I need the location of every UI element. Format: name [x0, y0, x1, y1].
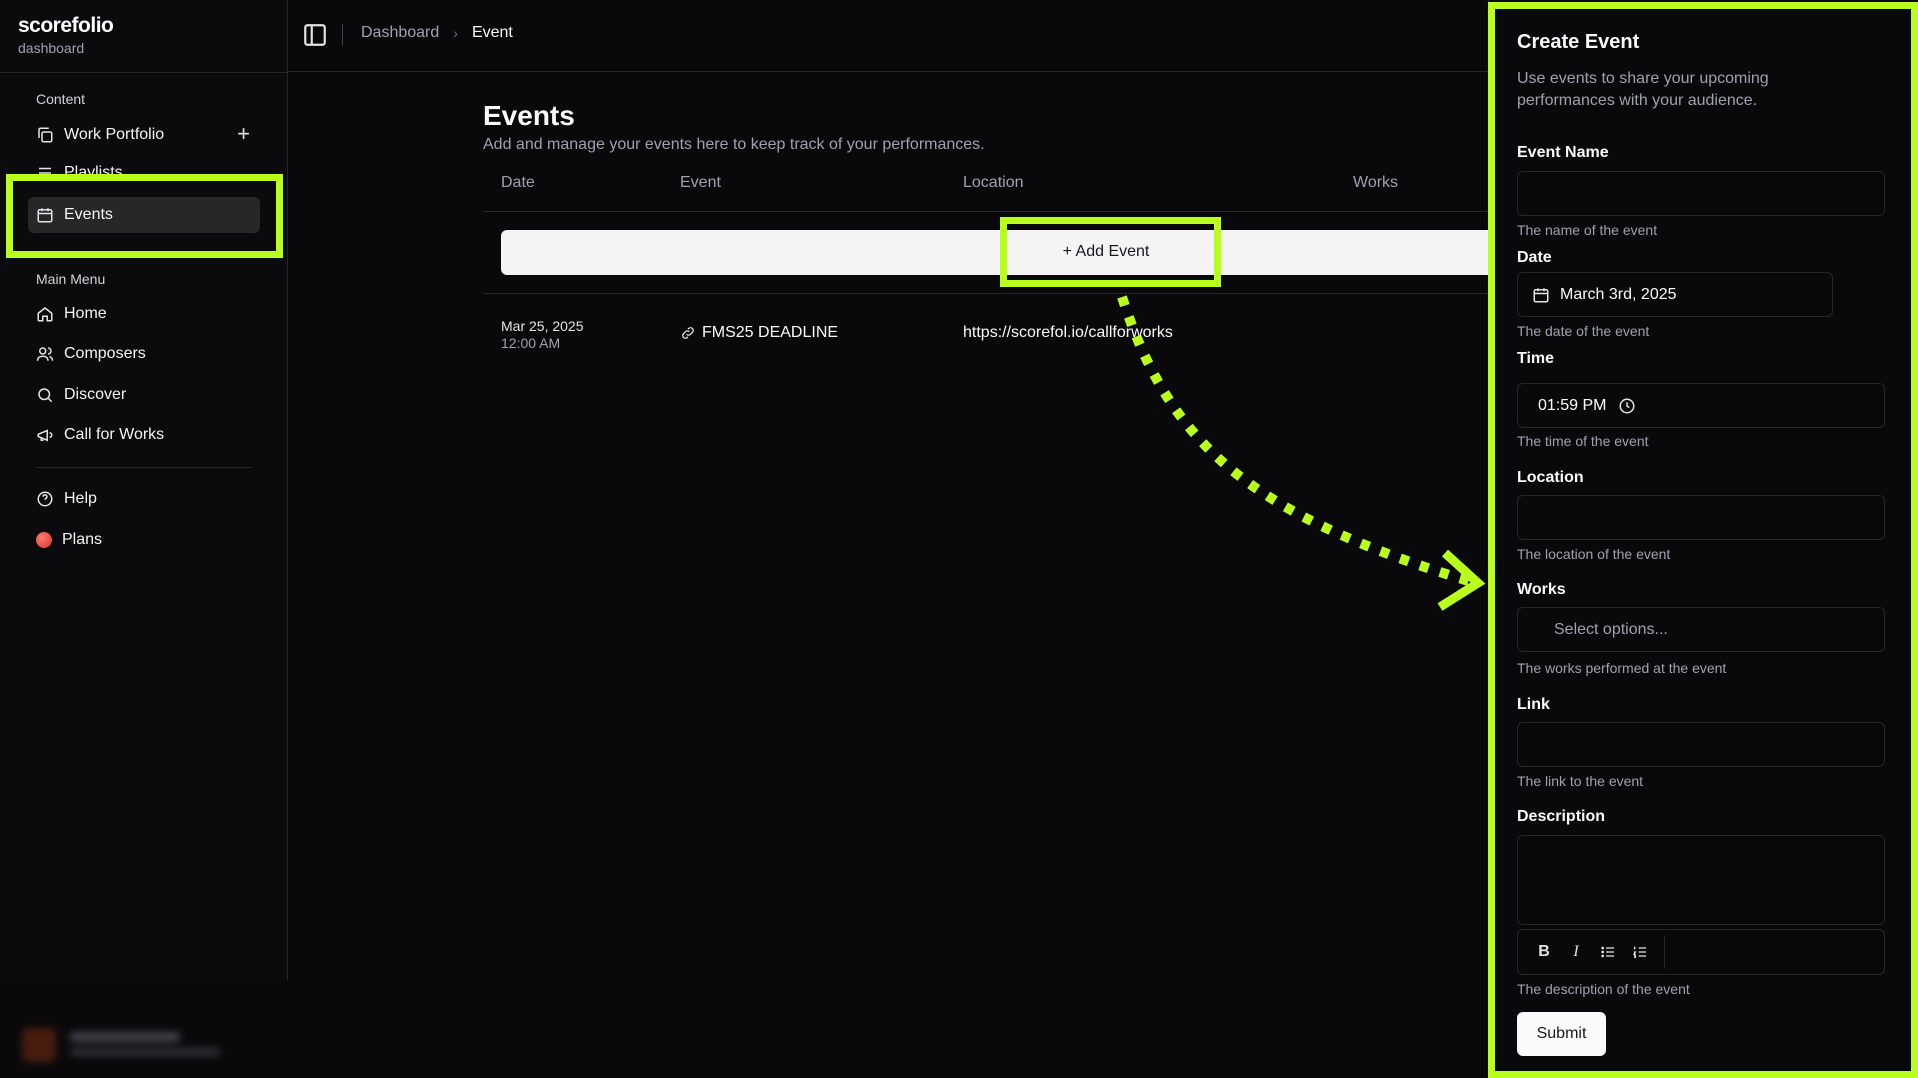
calendar-icon — [1533, 287, 1549, 302]
submit-button[interactable]: Submit — [1517, 1012, 1606, 1056]
toolbar-divider — [1664, 935, 1665, 969]
search-icon — [38, 388, 53, 403]
description-toolbar: B I — [1517, 929, 1885, 975]
description-editor[interactable] — [1517, 835, 1885, 925]
event-name-cell[interactable]: FMS25 DEADLINE — [680, 324, 838, 342]
content-group-label: Content — [36, 91, 86, 107]
help-circle-icon — [37, 491, 53, 507]
location-field[interactable] — [1517, 495, 1885, 540]
sidebar-separator — [36, 467, 252, 468]
sidebar-item-label: Plans — [62, 531, 103, 548]
event-name-field[interactable] — [1517, 171, 1885, 216]
sidebar-item-help[interactable]: Help — [28, 481, 260, 517]
home-icon — [37, 307, 53, 322]
description-label: Description — [1517, 808, 1606, 825]
copy-icon — [38, 127, 53, 143]
location-label: Location — [1517, 469, 1584, 486]
header-divider — [342, 24, 343, 46]
sidebar-item-plans[interactable]: Plans — [28, 522, 260, 558]
main-menu-group-label: Main Menu — [36, 271, 106, 287]
sidebar-item-label: Call for Works — [64, 426, 165, 443]
add-event-row[interactable] — [501, 230, 1488, 275]
time-field[interactable]: 01:59 PM — [1517, 383, 1885, 428]
event-date-cell: Mar 25, 2025 12:00 AM — [501, 318, 584, 352]
breadcrumb-event: Event — [471, 24, 513, 41]
link-label: Link — [1517, 696, 1550, 713]
panel-title: Create Event — [1517, 31, 1640, 53]
sidebar-toggle-icon[interactable] — [302, 22, 328, 48]
calendar-icon — [37, 208, 53, 223]
breadcrumb-dashboard[interactable]: Dashboard — [361, 24, 439, 42]
date-help: The date of the event — [1517, 323, 1650, 339]
link-help: The link to the event — [1517, 773, 1644, 789]
sidebar-item-label: Playlists — [64, 164, 123, 178]
sidebar-item-label: Help — [64, 490, 97, 507]
panel-subtitle: Use events to share your upcoming perfor… — [1517, 70, 1769, 109]
ordered-list-button[interactable] — [1624, 936, 1656, 968]
column-header-location: Location — [963, 174, 1024, 191]
sidebar-item-label: Events — [64, 206, 113, 223]
bold-button[interactable]: B — [1528, 936, 1560, 968]
event-name-label: Event Name — [1517, 144, 1609, 161]
link-icon — [682, 327, 694, 339]
time-help: The time of the event — [1517, 433, 1649, 449]
works-label: Works — [1517, 581, 1566, 598]
add-event-button[interactable]: + Add Event — [1006, 220, 1206, 284]
date-label: Date — [1517, 249, 1552, 266]
table-divider — [483, 211, 1488, 212]
event-name-help: The name of the event — [1517, 222, 1658, 238]
sidebar-item-call-for-works[interactable]: Call for Works — [28, 417, 260, 453]
sidebar-item-label: Home — [64, 305, 107, 322]
sidebar: scorefolio dashboard Content Work Portfo… — [0, 0, 288, 980]
users-icon — [36, 347, 54, 361]
clock-icon[interactable] — [1618, 397, 1636, 415]
italic-button[interactable]: I — [1560, 936, 1592, 968]
event-name: FMS25 DEADLINE — [702, 324, 839, 341]
chevron-right-icon: › — [453, 25, 458, 41]
add-work-button[interactable]: + — [237, 123, 250, 145]
sidebar-item-playlists[interactable]: Playlists — [28, 156, 260, 178]
sidebar-item-home[interactable]: Home — [28, 296, 260, 332]
breadcrumb: Dashboard › Event — [361, 24, 513, 42]
sidebar-item-discover[interactable]: Discover — [28, 377, 260, 413]
bullet-list-button[interactable] — [1592, 936, 1624, 968]
time-value: 01:59 PM — [1538, 396, 1607, 414]
date-picker-button[interactable]: March 3rd, 2025 — [1517, 272, 1833, 317]
sidebar-item-label: Discover — [64, 386, 127, 403]
time-label: Time — [1517, 350, 1555, 367]
description-help: The description of the event — [1517, 981, 1690, 997]
works-multiselect[interactable]: Select options... — [1517, 607, 1885, 652]
brand[interactable]: scorefolio dashboard — [18, 14, 114, 56]
bullet-list-icon — [1601, 946, 1614, 958]
event-time: 12:00 AM — [501, 335, 561, 351]
column-header-date: Date — [501, 174, 535, 191]
avatar — [22, 1028, 56, 1062]
works-help: The works performed at the event — [1517, 660, 1727, 676]
event-date: Mar 25, 2025 — [501, 318, 584, 334]
sidebar-item-label: Work Portfolio — [64, 126, 165, 143]
plans-dot-icon — [36, 532, 52, 548]
brand-sub: dashboard — [18, 40, 85, 56]
ordered-list-icon — [1632, 946, 1646, 958]
date-value: March 3rd, 2025 — [1560, 285, 1677, 303]
sidebar-item-work-portfolio[interactable]: Work Portfolio + — [28, 117, 260, 153]
sidebar-divider — [0, 72, 288, 73]
sidebar-item-composers[interactable]: Composers — [28, 336, 260, 372]
megaphone-icon — [37, 429, 53, 442]
user-account-menu[interactable] — [22, 1028, 262, 1062]
sidebar-item-label: Composers — [64, 345, 146, 362]
page-title: Events — [483, 100, 575, 131]
dotted-arrow-annotation — [1117, 295, 1486, 611]
column-header-event: Event — [680, 174, 721, 191]
location-help: The location of the event — [1517, 546, 1671, 562]
sidebar-item-events[interactable]: Events — [28, 197, 260, 233]
brand-name: scorefolio — [18, 14, 114, 37]
link-field[interactable] — [1517, 722, 1885, 767]
create-event-panel: Create Event Use events to share your up… — [1488, 0, 1918, 1078]
page-subtitle: Add and manage your events here to keep … — [483, 136, 985, 153]
list-icon — [39, 167, 51, 178]
column-header-works: Works — [1353, 174, 1399, 191]
